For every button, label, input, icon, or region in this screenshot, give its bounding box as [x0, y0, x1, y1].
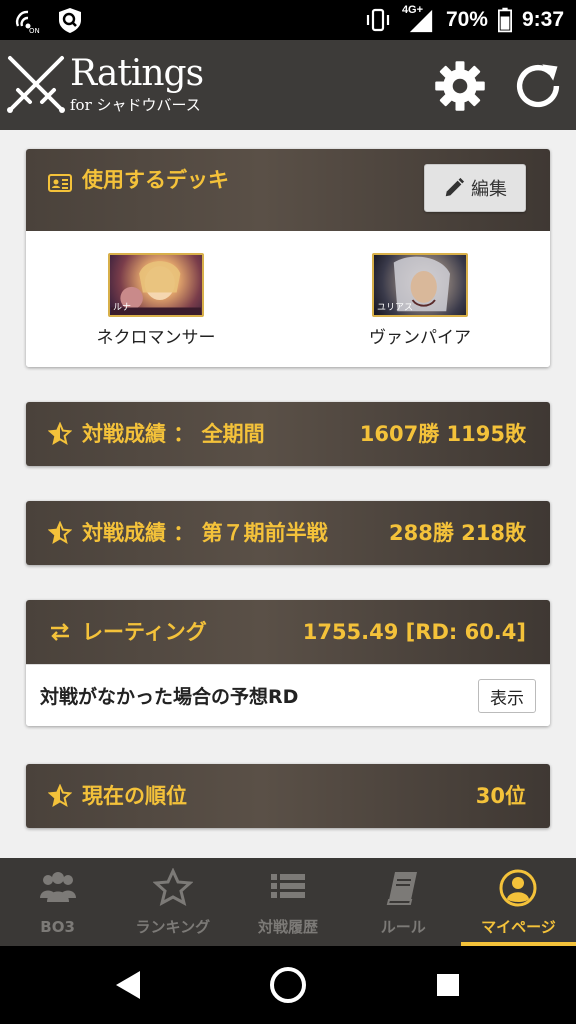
rating-title: レーティング: [82, 620, 207, 644]
nav-label-ranking: ランキング: [135, 918, 211, 936]
nav-item-mypage[interactable]: マイページ: [460, 858, 576, 946]
content-area[interactable]: 使用するデッキ 編集 ルナ ネクロマンサー ユリアス ヴァンパイア 対戦成績 ：…: [0, 130, 576, 858]
nav-item-ranking[interactable]: ランキング: [115, 858, 230, 946]
record-all-header: 対戦成績 ： 全期間 1607勝 1195敗: [26, 402, 550, 466]
deck-list: ルナ ネクロマンサー ユリアス ヴァンパイア: [26, 231, 550, 367]
signal-icon: [409, 9, 433, 33]
vibrate-icon: [366, 8, 390, 32]
star-half-icon: [48, 422, 72, 446]
rating-header[interactable]: レーティング 1755.49 [RD: 60.4]: [26, 600, 550, 664]
edit-button[interactable]: 編集: [424, 164, 526, 212]
rank-value: 30位: [475, 784, 526, 808]
app-bar: Ratings for シャドウバース: [0, 40, 576, 130]
record-season-value: 288勝 218敗: [389, 521, 526, 545]
battery-icon: [497, 7, 512, 33]
book-icon: [386, 872, 418, 905]
pencil-icon: [445, 177, 465, 197]
recents-icon[interactable]: [428, 965, 468, 1005]
refresh-button[interactable]: [507, 57, 569, 115]
nav-label-mypage: マイページ: [481, 918, 556, 936]
necromancer-portrait: ルナ: [108, 253, 204, 317]
battery-percent: 70%: [445, 8, 488, 31]
record-season-card[interactable]: 対戦成績 ： 第７期前半戦 288勝 218敗: [26, 501, 550, 565]
status-bar: ON 4G+ 70% 9:37: [0, 0, 576, 40]
record-all-card[interactable]: 対戦成績 ： 全期間 1607勝 1195敗: [26, 402, 550, 466]
bottom-nav: BO3 ランキング 対戦履歴 ルール マイページ: [0, 858, 576, 946]
nav-label-bo3: BO3: [40, 918, 75, 936]
svg-text:ON: ON: [29, 27, 40, 34]
rank-title: 現在の順位: [82, 784, 187, 808]
vampire-thumb-caption: ユリアス: [377, 303, 414, 313]
rank-card[interactable]: 現在の順位 30位: [26, 764, 550, 828]
nav-label-history: 対戦履歴: [258, 918, 319, 936]
predicted-rd-label: 対戦がなかった場合の予想RD: [40, 686, 299, 708]
nav-item-history[interactable]: 対戦履歴: [230, 858, 345, 946]
deck-card: 使用するデッキ 編集 ルナ ネクロマンサー ユリアス ヴァンパイア: [26, 149, 550, 367]
crossed-swords-icon: [7, 56, 65, 113]
nfc-icon: ON: [16, 10, 40, 34]
gear-icon: [435, 61, 485, 111]
star-half-icon: [48, 784, 72, 808]
rank-header: 現在の順位 30位: [26, 764, 550, 828]
id-card-icon: [48, 174, 72, 192]
shield-app-icon: [59, 8, 81, 33]
deck-card-title: 使用するデッキ: [82, 168, 229, 192]
record-all-value: 1607勝 1195敗: [359, 422, 526, 446]
record-all-title: 対戦成績 ： 全期間: [82, 422, 265, 446]
user-circle-icon: [499, 869, 537, 907]
nav-item-rules[interactable]: ルール: [346, 858, 461, 946]
nav-label-rules: ルール: [380, 918, 426, 936]
deck-card-header: 使用するデッキ 編集: [26, 149, 550, 231]
record-season-title: 対戦成績 ： 第７期前半戦: [82, 521, 328, 545]
record-season-header: 対戦成績 ： 第７期前半戦 288勝 218敗: [26, 501, 550, 565]
deck-name-necromancer: ネクロマンサー: [96, 328, 216, 348]
star-icon: [152, 868, 193, 906]
system-nav-bar: [0, 946, 576, 1024]
nav-item-bo3[interactable]: BO3: [0, 858, 115, 946]
app-subtitle: for シャドウバース: [70, 96, 201, 114]
rating-value: 1755.49 [RD: 60.4]: [302, 620, 526, 644]
deck-item-vampire[interactable]: ユリアス ヴァンパイア: [330, 253, 510, 348]
show-button[interactable]: 表示: [478, 679, 536, 713]
settings-button[interactable]: [430, 57, 490, 115]
edit-button-label: 編集: [471, 179, 507, 200]
predicted-rd-row: 対戦がなかった場合の予想RD 表示: [26, 664, 550, 726]
deck-name-vampire: ヴァンパイア: [369, 328, 471, 348]
necromancer-thumb-caption: ルナ: [113, 303, 132, 313]
rating-card: レーティング 1755.49 [RD: 60.4] 対戦がなかった場合の予想RD…: [26, 600, 550, 726]
group-icon: [39, 872, 76, 902]
vampire-portrait: ユリアス: [372, 253, 468, 317]
home-icon[interactable]: [268, 965, 308, 1005]
deck-item-necromancer[interactable]: ルナ ネクロマンサー: [66, 253, 246, 348]
star-half-icon: [48, 521, 72, 545]
app-title: Ratings: [70, 53, 204, 94]
back-icon[interactable]: [108, 965, 148, 1005]
list-icon: [271, 874, 305, 898]
clock: 9:37: [521, 8, 564, 31]
refresh-icon: [516, 64, 560, 108]
swap-arrows-icon: [51, 623, 69, 641]
